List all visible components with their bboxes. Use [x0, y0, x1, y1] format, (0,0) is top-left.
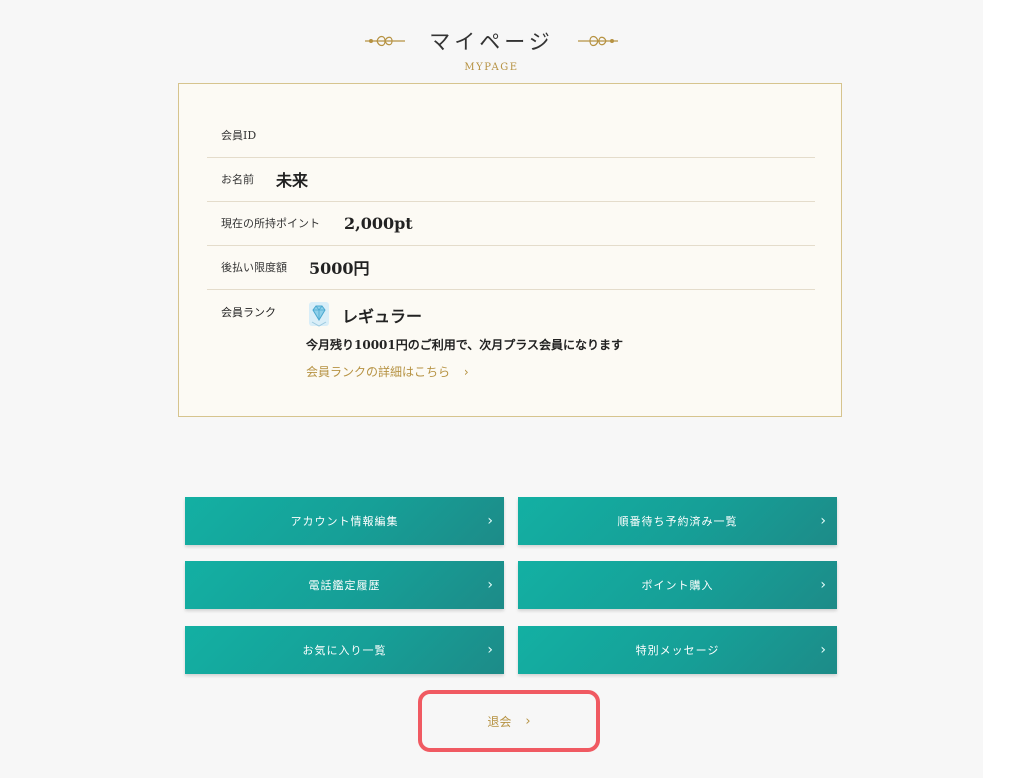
member-id-row: 会員ID	[207, 113, 815, 158]
account-edit-label: アカウント情報編集	[290, 515, 399, 528]
chevron-right-icon: ›	[820, 577, 827, 593]
point-purchase-button[interactable]: ポイント購入 ›	[518, 561, 837, 609]
rank-details-link-label: 会員ランクの詳細はこちら	[306, 365, 451, 379]
withdraw-button[interactable]: 退会 ›	[430, 700, 588, 742]
special-message-label: 特別メッセージ	[635, 644, 720, 657]
title-row: マイページ	[0, 26, 983, 56]
member-points-row: 現在の所持ポイント 2,000pt	[207, 201, 815, 246]
rank-details-link[interactable]: 会員ランクの詳細はこちら ›	[306, 363, 469, 380]
favorites-label: お気に入り一覧	[302, 644, 387, 657]
special-message-button[interactable]: 特別メッセージ ›	[518, 626, 837, 674]
queue-reserved-label: 順番待ち予約済み一覧	[617, 515, 738, 528]
call-history-button[interactable]: 電話鑑定履歴 ›	[185, 561, 504, 609]
chevron-right-icon: ›	[525, 713, 531, 729]
point-purchase-label: ポイント購入	[641, 579, 714, 592]
member-rank-name: レギュラー	[342, 307, 423, 326]
member-name-value: 未来	[276, 171, 309, 190]
page-subtitle: MYPAGE	[464, 62, 519, 73]
call-history-label: 電話鑑定履歴	[308, 579, 381, 592]
account-edit-button[interactable]: アカウント情報編集 ›	[185, 497, 504, 545]
deferred-limit-row: 後払い限度額 5000円	[207, 245, 815, 290]
chevron-right-icon: ›	[820, 513, 827, 529]
chevron-right-icon: ›	[487, 642, 494, 658]
member-info-card: 会員ID お名前 未来 現在の所持ポイント 2,000pt 後払い限度額 500…	[178, 83, 842, 417]
chevron-right-icon: ›	[487, 513, 494, 529]
right-ornament-icon	[577, 35, 618, 47]
chevron-right-icon: ›	[820, 642, 827, 658]
queue-reserved-button[interactable]: 順番待ち予約済み一覧 ›	[518, 497, 837, 545]
chevron-right-icon: ›	[487, 577, 494, 593]
page-header: マイページ MYPAGE	[0, 26, 983, 73]
diamond-badge-icon	[309, 302, 329, 327]
deferred-limit-label: 後払い限度額	[221, 261, 287, 274]
favorites-button[interactable]: お気に入り一覧 ›	[185, 626, 504, 674]
member-points-label: 現在の所持ポイント	[221, 217, 320, 230]
member-name-row: お名前 未来	[207, 157, 815, 202]
member-id-label: 会員ID	[221, 129, 257, 142]
withdraw-label: 退会	[487, 714, 512, 729]
chevron-right-icon: ›	[463, 365, 469, 379]
member-rank-label: 会員ランク	[221, 306, 276, 319]
left-ornament-icon	[365, 35, 406, 47]
member-rank-note: 今月残り10001円のご利用で、次月プラス会員になります	[306, 338, 624, 352]
page-title: マイページ	[429, 30, 554, 54]
member-name-label: お名前	[221, 173, 254, 186]
deferred-limit-value: 5000円	[309, 259, 370, 278]
member-points-value: 2,000pt	[344, 213, 413, 233]
